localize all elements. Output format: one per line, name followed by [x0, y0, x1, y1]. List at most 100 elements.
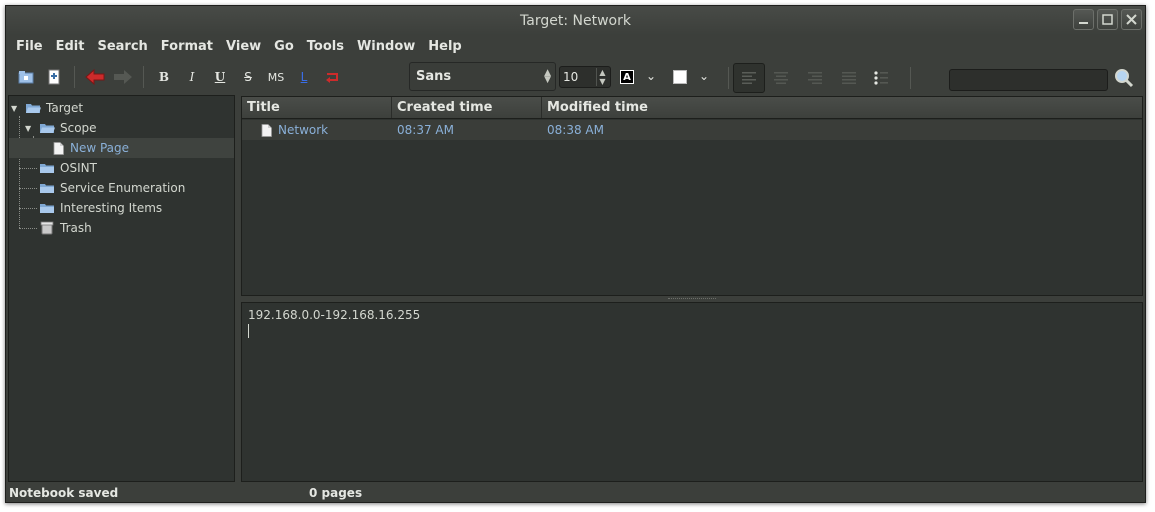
row-title: Network	[278, 123, 329, 137]
bold-button[interactable]: B	[150, 63, 178, 91]
menu-format[interactable]: Format	[155, 39, 220, 54]
clear-format-icon	[326, 73, 338, 83]
bullet-list-button[interactable]	[868, 63, 894, 93]
folder-icon	[39, 182, 55, 194]
tree-item-label: OSINT	[60, 161, 97, 175]
new-notebook-button[interactable]	[12, 63, 40, 91]
toolbar-separator	[910, 67, 911, 89]
chevron-down-icon[interactable]: ⌄	[699, 69, 709, 83]
search-input[interactable]	[949, 69, 1108, 91]
back-arrow-icon	[85, 69, 105, 85]
forward-button[interactable]	[109, 63, 137, 91]
folder-icon	[39, 162, 55, 174]
close-button[interactable]	[1121, 9, 1142, 30]
menu-help[interactable]: Help	[422, 39, 468, 54]
table-row[interactable]: Network 08:37 AM 08:38 AM	[242, 120, 1142, 140]
spinner-arrows-icon[interactable]: ▲ ▼	[596, 68, 608, 86]
cell-title: Network	[242, 123, 392, 137]
tree-connector	[19, 188, 37, 189]
toolbar-separator	[728, 67, 729, 89]
column-header-created[interactable]: Created time	[392, 97, 542, 118]
page-icon	[53, 141, 65, 155]
italic-button[interactable]: I	[178, 63, 206, 91]
tree-connector	[19, 208, 37, 209]
text-cursor	[248, 324, 249, 338]
search-icon	[1115, 69, 1134, 88]
expander-open-icon[interactable]: ▼	[25, 124, 35, 133]
font-size-value: 10	[563, 70, 579, 84]
menu-file[interactable]: File	[10, 39, 50, 54]
combo-arrows-icon: ▲ ▼	[544, 68, 551, 85]
status-message: Notebook saved	[9, 486, 119, 500]
tree-connector	[19, 168, 37, 169]
title-bar[interactable]: Target: Network	[6, 6, 1145, 35]
menu-tools[interactable]: Tools	[301, 39, 351, 54]
menu-bar: File Edit Search Format View Go Tools Wi…	[6, 35, 1145, 57]
menu-window[interactable]: Window	[351, 39, 422, 54]
expander-open-icon[interactable]: ▼	[11, 104, 21, 113]
font-family-select[interactable]: Sans ▲ ▼	[409, 62, 556, 91]
chevron-down-icon[interactable]: ⌄	[646, 69, 656, 83]
list-header: Title Created time Modified time	[242, 97, 1142, 119]
status-bar: Notebook saved 0 pages	[6, 483, 1145, 503]
tree-item-interesting-items[interactable]: Interesting Items	[39, 198, 162, 218]
tree-item-label: Service Enumeration	[60, 181, 186, 195]
close-icon	[1126, 14, 1137, 25]
minimize-icon	[1079, 22, 1088, 24]
tree-item-label: Scope	[60, 121, 97, 135]
menu-search[interactable]: Search	[91, 39, 154, 54]
font-size-spinner[interactable]: 10 ▲ ▼	[559, 66, 611, 88]
page-editor[interactable]: 192.168.0.0-192.168.16.255	[241, 302, 1143, 482]
cell-modified: 08:38 AM	[547, 123, 604, 137]
link-button[interactable]: L	[290, 63, 318, 91]
folder-open-icon	[39, 122, 55, 134]
background-color-button[interactable]	[673, 70, 687, 84]
app-window: Target: Network File Edit Search Format …	[5, 5, 1146, 503]
align-right-icon	[808, 72, 822, 84]
toolbar: B I U S MS L Sans ▲ ▼ 10 ▲ ▼ A ⌄ ⌄	[6, 59, 1145, 94]
underline-button[interactable]: U	[206, 63, 234, 91]
window-title: Target: Network	[520, 12, 631, 29]
tree-item-target[interactable]: ▼ Target	[11, 98, 83, 118]
monospace-button[interactable]: MS	[262, 63, 290, 91]
new-page-icon	[48, 69, 60, 85]
tree-item-trash[interactable]: Trash	[39, 218, 92, 238]
tree-item-label: Target	[46, 101, 84, 115]
tree-item-scope[interactable]: ▼ Scope	[25, 118, 97, 138]
tree-item-osint[interactable]: OSINT	[39, 158, 97, 178]
align-left-button[interactable]	[733, 63, 765, 93]
menu-go[interactable]: Go	[268, 39, 301, 54]
text-color-button[interactable]: A	[620, 70, 634, 84]
font-family-value: Sans	[416, 69, 452, 84]
back-button[interactable]	[81, 63, 109, 91]
align-center-button[interactable]	[768, 63, 794, 93]
new-notebook-icon	[18, 71, 34, 84]
tree-item-new-page[interactable]: New Page	[9, 138, 234, 158]
align-right-button[interactable]	[802, 63, 828, 93]
bullet-list-icon	[874, 71, 888, 85]
notebook-tree[interactable]: ▼ Target ▼ Scope New Page OSINT Service …	[8, 95, 235, 482]
align-justify-button[interactable]	[836, 63, 862, 93]
column-header-modified[interactable]: Modified time	[542, 97, 1142, 118]
maximize-button[interactable]	[1097, 9, 1118, 30]
minimize-button[interactable]	[1073, 9, 1094, 30]
align-justify-icon	[842, 72, 856, 84]
menu-view[interactable]: View	[220, 39, 268, 54]
page-list[interactable]: Title Created time Modified time Network…	[241, 96, 1143, 296]
menu-edit[interactable]: Edit	[50, 39, 92, 54]
folder-open-icon	[25, 102, 41, 114]
status-page-count: 0 pages	[309, 486, 363, 500]
cell-created: 08:37 AM	[397, 123, 454, 137]
column-header-title[interactable]: Title	[242, 97, 392, 118]
toolbar-separator	[143, 66, 144, 88]
strikethrough-button[interactable]: S	[234, 63, 262, 91]
tree-item-service-enumeration[interactable]: Service Enumeration	[39, 178, 185, 198]
align-center-icon	[774, 72, 788, 84]
search-button[interactable]	[1114, 68, 1134, 88]
clear-format-button[interactable]	[318, 63, 346, 91]
new-page-button[interactable]	[40, 63, 68, 91]
tree-connector	[19, 116, 20, 228]
forward-arrow-icon	[114, 70, 132, 84]
trash-icon	[39, 221, 55, 235]
splitter-grip	[668, 298, 716, 300]
